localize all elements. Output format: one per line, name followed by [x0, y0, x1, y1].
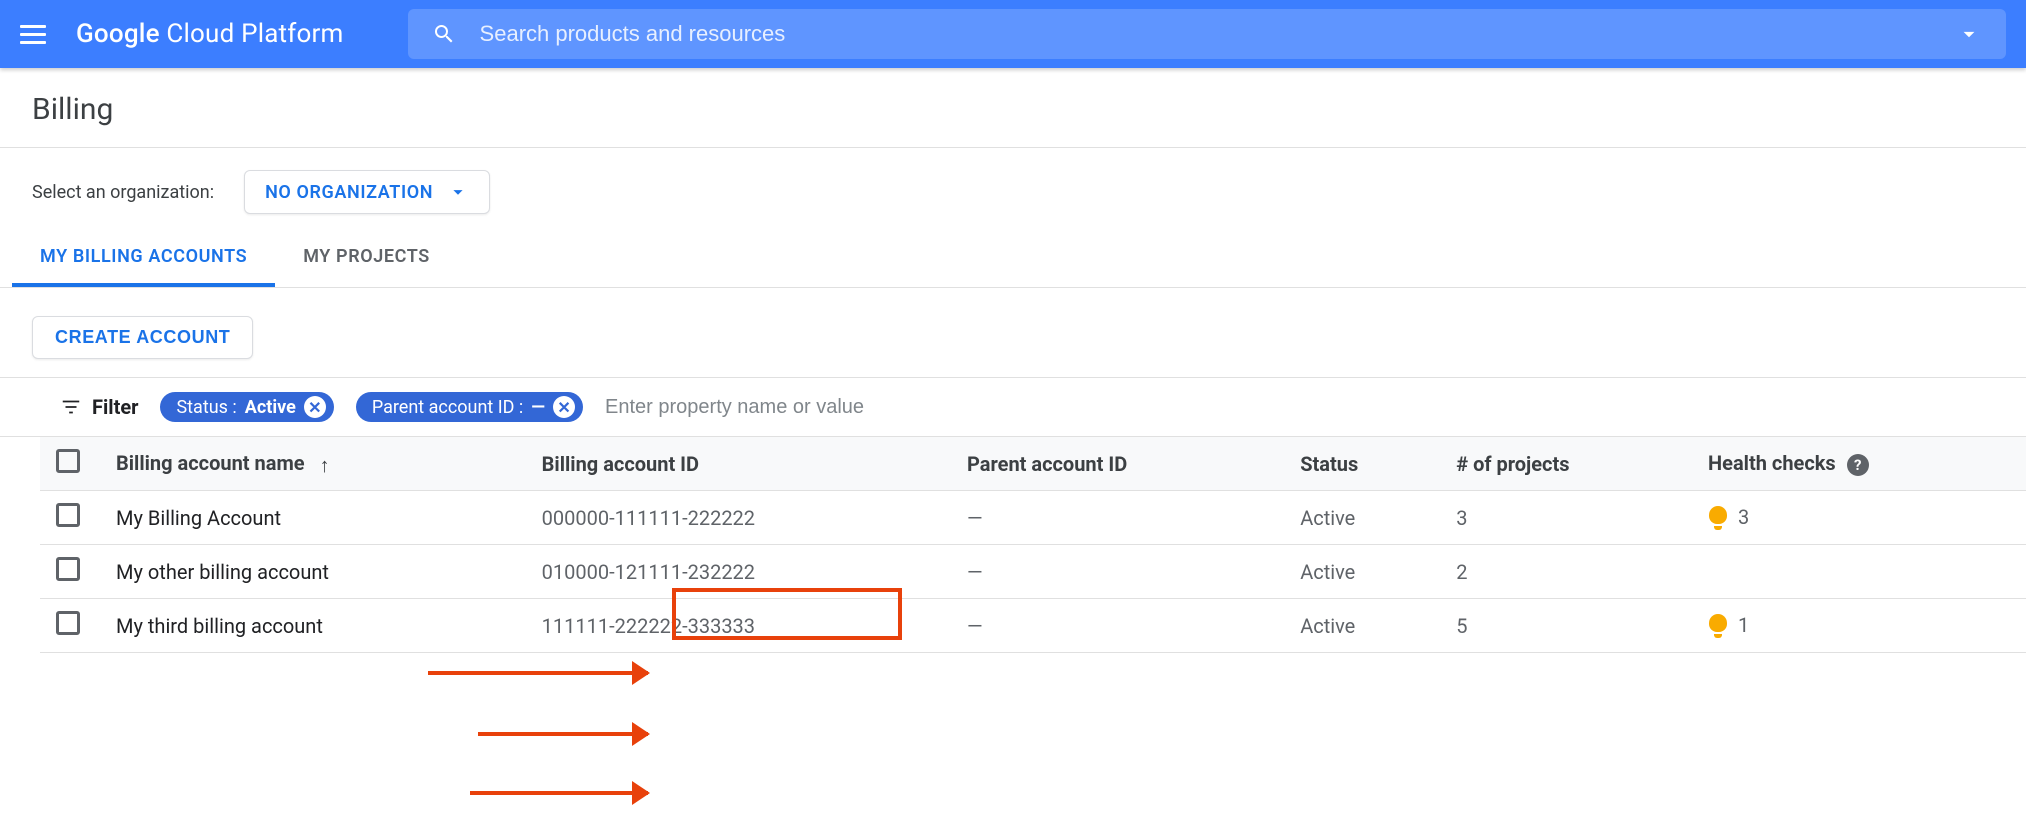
cell-account-id: 111111-222222-333333 [526, 599, 951, 653]
annotation-arrow [428, 671, 648, 675]
annotation-arrow [478, 732, 648, 736]
col-health[interactable]: Health checks ? [1692, 437, 2026, 491]
cell-account-name[interactable]: My other billing account [100, 545, 526, 599]
organization-select[interactable]: NO ORGANIZATION [244, 170, 490, 214]
cell-health[interactable] [1692, 545, 2026, 599]
checkbox-icon[interactable] [56, 611, 80, 635]
filter-row: Filter Status : Active ✕ Parent account … [0, 378, 2026, 437]
cell-health[interactable]: 1 [1692, 599, 2026, 653]
cell-account-id: 010000-121111-232222 [526, 545, 951, 599]
col-projects[interactable]: # of projects [1440, 437, 1692, 491]
brand-word-2: Cloud Platform [166, 19, 343, 49]
cell-status: Active [1284, 491, 1440, 545]
lightbulb-icon [1708, 506, 1728, 530]
organization-value: NO ORGANIZATION [265, 182, 433, 203]
filter-chip-status-key: Status : [176, 397, 236, 418]
cell-status: Active [1284, 545, 1440, 599]
cell-parent-id: — [951, 599, 1284, 653]
table-row: My third billing account 111111-222222-3… [40, 599, 2026, 653]
cell-account-id: 000000-111111-222222 [526, 491, 951, 545]
actions-row: CREATE ACCOUNT [0, 288, 2026, 378]
menu-icon[interactable] [20, 18, 52, 50]
create-account-button[interactable]: CREATE ACCOUNT [32, 316, 253, 359]
filter-icon [60, 396, 82, 418]
top-bar: Google Cloud Platform [0, 0, 2026, 68]
tab-billing-accounts[interactable]: MY BILLING ACCOUNTS [12, 232, 275, 287]
cell-health[interactable]: 3 [1692, 491, 2026, 545]
filter-chip-parent[interactable]: Parent account ID : — ✕ [356, 392, 583, 422]
filter-label: Filter [92, 395, 138, 419]
close-icon[interactable]: ✕ [553, 396, 575, 418]
cell-health-value: 1 [1738, 613, 1749, 637]
sort-ascending-icon: ↑ [320, 453, 330, 478]
search-icon [432, 22, 456, 46]
cell-projects: 3 [1440, 491, 1692, 545]
tabs: MY BILLING ACCOUNTS MY PROJECTS [0, 232, 2026, 288]
page-title-row: Billing [0, 68, 2026, 148]
checkbox-icon[interactable] [56, 449, 80, 473]
brand-label: Google Cloud Platform [76, 19, 344, 49]
col-parent-id[interactable]: Parent account ID [951, 437, 1284, 491]
chevron-down-icon[interactable] [1956, 21, 1982, 47]
search-bar[interactable] [408, 9, 2006, 59]
filter-chip-status-value: Active [245, 397, 296, 418]
cell-parent-id: — [951, 491, 1284, 545]
brand-word-1: Google [76, 19, 160, 49]
search-input[interactable] [480, 21, 1932, 47]
filter-chip-parent-value: — [531, 397, 545, 418]
cell-account-name[interactable]: My Billing Account [100, 491, 526, 545]
filter-input[interactable] [605, 396, 1966, 419]
table-row: My other billing account 010000-121111-2… [40, 545, 2026, 599]
checkbox-icon[interactable] [56, 557, 80, 581]
col-account-id[interactable]: Billing account ID [526, 437, 951, 491]
cell-projects: 5 [1440, 599, 1692, 653]
table-row: My Billing Account 000000-111111-222222 … [40, 491, 2026, 545]
cell-health-value: 3 [1738, 505, 1749, 529]
annotation-arrow [470, 791, 648, 795]
filter-chip-parent-key: Parent account ID : [372, 397, 523, 418]
cell-account-name[interactable]: My third billing account [100, 599, 526, 653]
page-title: Billing [32, 92, 1994, 127]
select-all-cell[interactable] [40, 437, 100, 491]
lightbulb-icon [1708, 614, 1728, 638]
col-account-name-label: Billing account name [116, 451, 305, 475]
col-status[interactable]: Status [1284, 437, 1440, 491]
cell-projects: 2 [1440, 545, 1692, 599]
close-icon[interactable]: ✕ [304, 396, 326, 418]
organization-label: Select an organization: [32, 182, 214, 203]
cell-status: Active [1284, 599, 1440, 653]
tab-my-projects[interactable]: MY PROJECTS [275, 232, 458, 287]
organization-row: Select an organization: NO ORGANIZATION [0, 148, 2026, 232]
dropdown-icon [447, 181, 469, 203]
filter-control[interactable]: Filter [60, 395, 138, 419]
col-account-name[interactable]: Billing account name ↑ [100, 437, 526, 491]
billing-accounts-table: Billing account name ↑ Billing account I… [40, 437, 2026, 653]
checkbox-icon[interactable] [56, 503, 80, 527]
col-health-label: Health checks [1708, 451, 1836, 475]
table-header-row: Billing account name ↑ Billing account I… [40, 437, 2026, 491]
content-area: Billing Select an organization: NO ORGAN… [0, 68, 2026, 653]
cell-parent-id: — [951, 545, 1284, 599]
filter-chip-status[interactable]: Status : Active ✕ [160, 392, 333, 422]
help-icon[interactable]: ? [1847, 454, 1869, 476]
